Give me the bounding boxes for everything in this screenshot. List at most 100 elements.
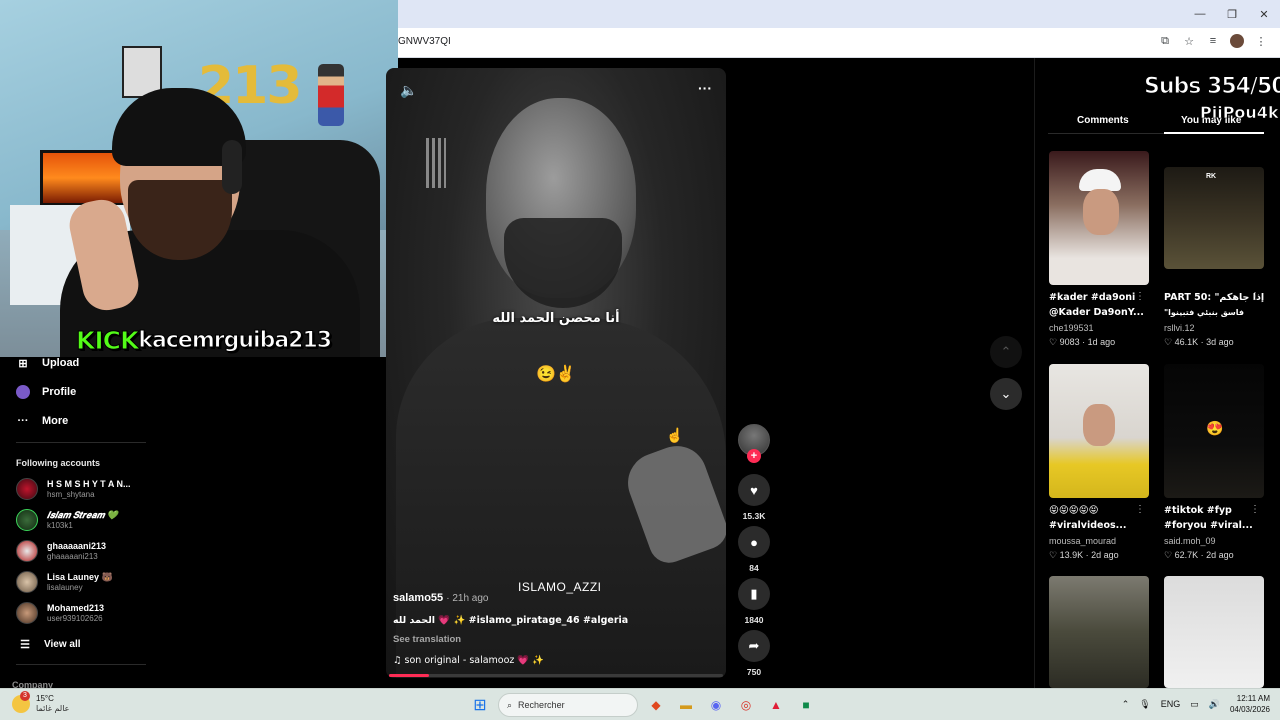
chevron-up-icon: ⌃: [1000, 344, 1012, 359]
adobe-icon[interactable]: ▲: [764, 693, 788, 717]
card-title-line-1: 😝😝😝😝😝: [1049, 505, 1099, 516]
music-label[interactable]: ♫ son original - salamooz 💗 ✨: [393, 655, 544, 666]
card-more-icon[interactable]: ⋮: [1250, 504, 1260, 515]
media-controls-icon[interactable]: ≡: [1206, 34, 1220, 48]
previous-video-button[interactable]: ⌃: [990, 336, 1022, 368]
bookmark-star-icon[interactable]: ☆: [1182, 34, 1196, 48]
profile-avatar-icon[interactable]: [1230, 34, 1244, 48]
follow-plus-icon[interactable]: +: [747, 449, 761, 463]
chrome-icon[interactable]: ◎: [734, 693, 758, 717]
card-more-icon[interactable]: ⋮: [1250, 291, 1260, 302]
restore-icon[interactable]: ❐: [1216, 0, 1248, 28]
like-button[interactable]: ♥: [738, 474, 770, 506]
more-options-icon[interactable]: ···: [698, 80, 712, 96]
video-description: الحمد لله 💗 ✨ #islamo_piratage_46 #alger…: [393, 615, 629, 626]
recommended-video-card[interactable]: [1164, 576, 1264, 688]
discord-icon[interactable]: ◉: [704, 693, 728, 717]
kick-app-icon[interactable]: ■: [794, 693, 818, 717]
next-video-button[interactable]: ⌄: [990, 378, 1022, 410]
video-person-beard: [504, 218, 622, 308]
avatar: [16, 571, 38, 593]
language-indicator[interactable]: ENG: [1161, 699, 1181, 709]
video-author[interactable]: salamo55 · 21h ago: [393, 592, 488, 604]
notification-badge: 3: [20, 691, 30, 701]
recommended-video-card[interactable]: RK ⋮ PART 50: "إذا جاهكم "فاسق بنبئي فتب…: [1164, 167, 1264, 349]
nav-profile[interactable]: Profile: [16, 385, 76, 399]
install-app-icon[interactable]: ⧉: [1158, 34, 1172, 48]
tab-comments[interactable]: Comments: [1077, 115, 1129, 126]
nav-upload[interactable]: ⊞ Upload: [16, 356, 79, 370]
brave-browser-icon[interactable]: ◆: [644, 693, 668, 717]
share-button[interactable]: ➦: [738, 630, 770, 662]
nav-more[interactable]: ··· More: [16, 414, 69, 428]
weather-widget[interactable]: 3 15°C عالم غائما: [12, 691, 69, 714]
minimize-icon[interactable]: —: [1184, 0, 1216, 28]
avatar: [16, 540, 38, 562]
comment-button[interactable]: ●: [738, 526, 770, 558]
network-icon[interactable]: ▭: [1190, 699, 1199, 710]
nav-profile-label: Profile: [42, 386, 77, 398]
video-progress-bar[interactable]: [389, 674, 723, 677]
recommended-video-card[interactable]: [1049, 576, 1149, 688]
author-name[interactable]: salamo55: [393, 592, 443, 604]
card-title-line-2: "فاسق بنبئي فتبينوا: [1164, 308, 1245, 317]
taskbar-search[interactable]: ⌕ Rechercher: [498, 693, 638, 717]
profile-icon: [16, 385, 30, 399]
ellipsis-icon: ···: [17, 415, 29, 427]
avatar: [16, 509, 38, 531]
card-title-line-1: #kader #da9oni: [1049, 292, 1136, 303]
card-more-icon[interactable]: ⋮: [1135, 291, 1145, 302]
account-handle: hsm_shytana: [47, 489, 95, 499]
recommended-video-card[interactable]: ⋮ #kader #da9oni @Kader Da9onY... che199…: [1049, 151, 1149, 349]
volume-tray-icon[interactable]: 🔊: [1209, 699, 1220, 710]
microphone-icon[interactable]: 🎙: [1139, 699, 1150, 710]
card-more-icon[interactable]: ⋮: [1135, 504, 1145, 515]
following-account[interactable]: Lisa Launey 🐻 lisalauney: [16, 571, 113, 593]
recommended-video-card[interactable]: ⋮ 😝😝😝😝😝 #viralvideos... moussa_mourad ♡ …: [1049, 364, 1149, 562]
url-text[interactable]: GNWV37QI: [398, 36, 451, 47]
card-time: · 3d ago: [1200, 337, 1234, 347]
streamer-webcam: 213 KICK kacemrguiba213: [0, 0, 398, 357]
card-username[interactable]: said.moh_09: [1164, 535, 1264, 548]
progress-fill: [389, 674, 430, 677]
tray-chevron-up-icon[interactable]: ⌃: [1122, 699, 1130, 710]
volume-icon[interactable]: 🔈: [400, 82, 417, 99]
card-username[interactable]: moussa_mourad: [1049, 535, 1149, 548]
weather-temperature: 15°C: [36, 694, 54, 703]
video-thumbnail[interactable]: 😍: [1164, 364, 1264, 498]
video-thumbnail[interactable]: [1164, 576, 1264, 688]
windows-start-icon[interactable]: ⊞: [468, 693, 492, 717]
following-accounts-heading: Following accounts: [16, 458, 101, 468]
hand-cursor-icon: ☝: [666, 427, 684, 443]
video-thumbnail[interactable]: [1049, 576, 1149, 688]
view-all-link[interactable]: ☰ View all: [18, 637, 81, 651]
card-username[interactable]: che199531: [1049, 322, 1149, 335]
save-button[interactable]: ▮: [738, 578, 770, 610]
card-time: · 1d ago: [1082, 337, 1116, 347]
card-username[interactable]: rsllvi.12: [1164, 322, 1264, 335]
clock[interactable]: 12:11 AM 04/03/2026: [1230, 693, 1270, 715]
close-icon[interactable]: ✕: [1248, 0, 1280, 28]
video-caption-emoji: 😉✌️: [536, 366, 576, 383]
taskbar-apps: ⊞ ⌕ Rechercher ◆ ▬ ◉ ◎ ▲ ■: [468, 693, 818, 717]
video-thumbnail[interactable]: [1049, 151, 1149, 285]
view-all-label: View all: [44, 638, 81, 650]
figurine: [318, 64, 344, 126]
video-thumbnail[interactable]: RK: [1164, 167, 1264, 269]
following-account[interactable]: 𝑰𝒔𝒍𝒂𝒎 𝑺𝒕𝒓𝒆𝒂𝒎 💚 k103k1: [16, 509, 118, 531]
account-name: Mohamed213: [47, 602, 105, 613]
video-thumbnail[interactable]: [1049, 364, 1149, 498]
thumbnail-cap: [1079, 169, 1121, 191]
comment-count: 84: [749, 563, 759, 573]
account-handle: k103k1: [47, 520, 73, 530]
file-explorer-icon[interactable]: ▬: [674, 693, 698, 717]
following-account[interactable]: H S M S H Y T A N... hsm_shytana: [16, 478, 131, 500]
see-translation-link[interactable]: See translation: [393, 634, 461, 645]
account-name: ghaaaaani213: [47, 540, 107, 551]
avatar: [16, 602, 38, 624]
browser-menu-icon[interactable]: ⋮: [1254, 34, 1268, 48]
following-account[interactable]: Mohamed213 user939102626: [16, 602, 104, 624]
kick-username: kacemrguiba213: [138, 327, 333, 353]
following-account[interactable]: ghaaaaani213 ghaaaaani213: [16, 540, 106, 562]
recommended-video-card[interactable]: 😍 ⋮ #tiktok #fyp #foryou #viral... said.…: [1164, 364, 1264, 562]
